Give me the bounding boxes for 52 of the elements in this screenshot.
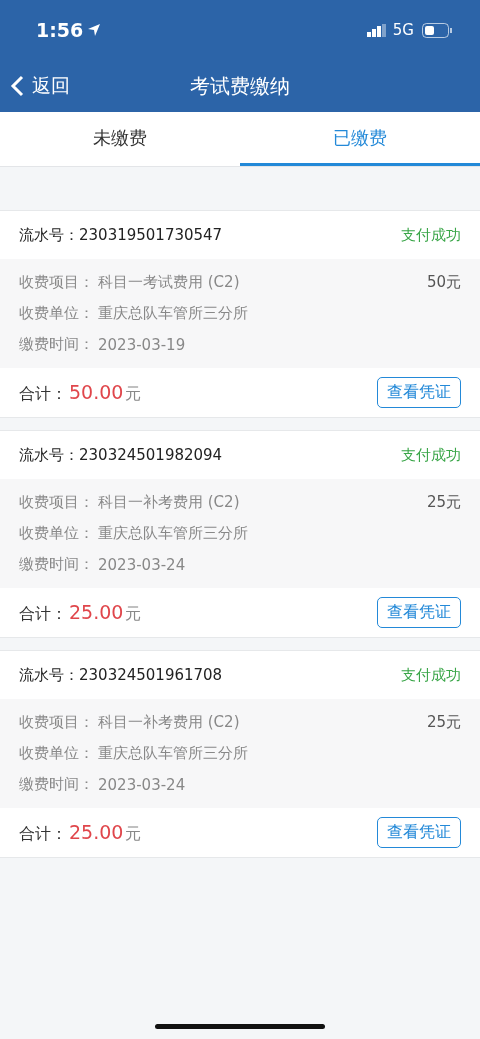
time-value: 2023-03-24 [98, 775, 186, 794]
time-label: 缴费时间： [19, 335, 94, 354]
item-label: 收费项目： [19, 493, 94, 512]
unit-label: 收费单位： [19, 304, 94, 323]
item-label: 收费项目： [19, 713, 94, 732]
item-value: 科目一考试费用 (C2) [98, 273, 240, 292]
signal-icon [366, 23, 387, 37]
back-button[interactable]: 返回 [0, 73, 80, 99]
tab[interactable]: 未缴费 [0, 112, 240, 166]
serial-label: 流水号： [19, 445, 79, 465]
item-value: 科目一补考费用 (C2) [98, 713, 240, 732]
payment-status: 支付成功 [401, 225, 461, 245]
serial-number: 230319501730547 [79, 226, 223, 244]
view-receipt-button[interactable]: 查看凭证 [377, 817, 461, 848]
status-time: 1:56 [36, 19, 84, 41]
serial-label: 流水号： [19, 225, 79, 245]
unit-value: 重庆总队车管所三分所 [98, 304, 248, 323]
time-value: 2023-03-19 [98, 335, 186, 354]
total-label: 合计： [19, 823, 67, 845]
unit-label: 收费单位： [19, 744, 94, 763]
location-arrow-icon [87, 23, 102, 37]
back-chevron-icon [10, 75, 24, 97]
view-receipt-button[interactable]: 查看凭证 [377, 597, 461, 628]
item-amount: 25元 [426, 493, 461, 512]
page-title: 考试费缴纳 [190, 72, 290, 100]
total-label: 合计： [19, 603, 67, 625]
item-amount: 50元 [426, 273, 461, 292]
currency-unit: 元 [125, 603, 142, 625]
item-value: 科目一补考费用 (C2) [98, 493, 240, 512]
total-amount: 50.00 [69, 380, 124, 403]
battery-icon [422, 22, 452, 38]
serial-label: 流水号： [19, 665, 79, 685]
payment-status: 支付成功 [401, 665, 461, 685]
time-value: 2023-03-24 [98, 555, 186, 574]
network-label: 5G [392, 21, 414, 39]
total-amount: 25.00 [69, 820, 124, 843]
currency-unit: 元 [125, 383, 142, 405]
payment-status: 支付成功 [401, 445, 461, 465]
unit-value: 重庆总队车管所三分所 [98, 524, 248, 543]
serial-number: 230324501982094 [79, 446, 223, 464]
time-label: 缴费时间： [19, 775, 94, 794]
item-label: 收费项目： [19, 273, 94, 292]
currency-unit: 元 [125, 823, 142, 845]
tab[interactable]: 已缴费 [240, 112, 480, 166]
unit-label: 收费单位： [19, 524, 94, 543]
serial-number: 230324501961708 [79, 666, 223, 684]
view-receipt-button[interactable]: 查看凭证 [377, 377, 461, 408]
item-amount: 25元 [426, 713, 461, 732]
unit-value: 重庆总队车管所三分所 [98, 744, 248, 763]
total-label: 合计： [19, 383, 67, 405]
total-amount: 25.00 [69, 600, 124, 623]
time-label: 缴费时间： [19, 555, 94, 574]
